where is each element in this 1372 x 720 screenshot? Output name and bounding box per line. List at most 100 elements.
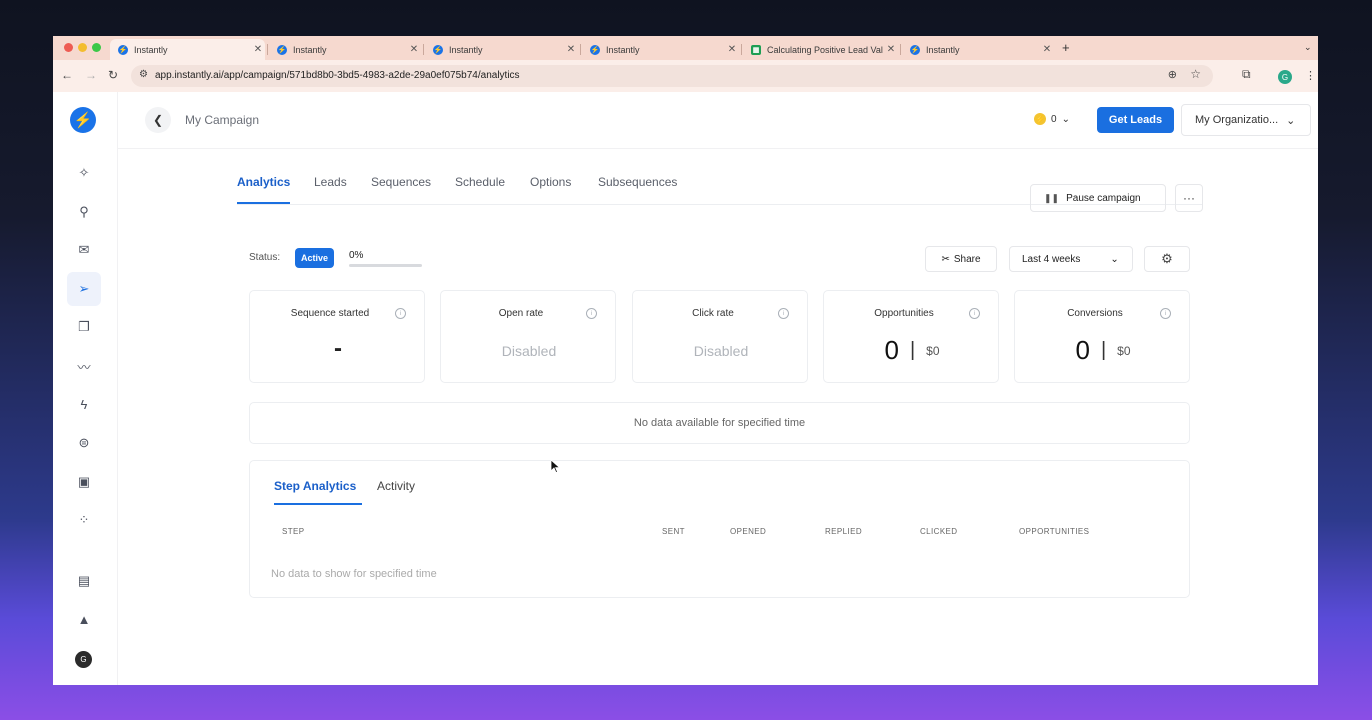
browser-tab[interactable]: ⚡ Instantly ✕ [110,39,265,60]
card-title: Opportunities [874,308,934,319]
share-button[interactable]: ✂ Share [925,246,997,272]
apps-icon[interactable]: ⁘ [71,507,97,533]
trend-icon[interactable]: 〰 [71,353,97,379]
inbox-icon[interactable]: ▣ [71,469,97,495]
close-icon[interactable]: ✕ [564,44,578,55]
close-icon[interactable]: ✕ [884,44,898,55]
address-bar[interactable]: ⚙ app.instantly.ai/app/campaign/571bd8b0… [131,65,1213,87]
forward-arrow-icon[interactable]: → [85,68,97,82]
ufo-icon[interactable]: ⊜ [71,430,97,456]
close-icon[interactable]: ✕ [407,44,421,55]
reload-icon[interactable]: ↻ [108,68,118,82]
browser-window: ⚡ Instantly ✕ ⚡ Instantly ✕ ⚡ Instantly … [53,36,1318,685]
browser-tab[interactable]: ⚡ Instantly ✕ [582,39,739,60]
extensions-icon[interactable]: ⧉ [1242,67,1251,82]
url-text[interactable]: app.instantly.ai/app/campaign/571bd8b0-3… [155,70,520,81]
info-icon[interactable]: i [395,308,406,319]
date-range-dropdown[interactable]: Last 4 weeks ⌄ [1009,246,1133,272]
organization-name: My Organizatio... [1195,114,1279,126]
top-bar: ❮ My Campaign ⚡ 0 ⌄ Get Leads My Organiz… [117,92,1318,149]
empty-table-message: No data to show for specified time [271,568,437,580]
zoom-icon[interactable]: ⊕ [1168,68,1177,81]
bookmark-star-icon[interactable]: ☆ [1190,67,1201,81]
info-icon[interactable]: i [778,308,789,319]
tab-schedule[interactable]: Schedule [455,175,505,189]
sparkle-icon[interactable]: ✧ [71,160,97,186]
tab-options[interactable]: Options [530,175,571,189]
copy-icon[interactable]: ❐ [71,314,97,340]
column-header-opportunities: OPPORTUNITIES [1019,527,1090,536]
address-bar-row: ← → ↻ ⚙ app.instantly.ai/app/campaign/57… [53,60,1318,92]
instantly-icon: ⚡ [910,44,920,55]
info-icon[interactable]: i [1160,308,1171,319]
close-icon[interactable]: ✕ [251,44,265,55]
profile-avatar[interactable]: G [1278,70,1292,84]
divider: | [1100,339,1107,361]
gear-icon: ⚙ [1161,251,1173,266]
sidebar: ⚡ ✧ ⚲ ✉ ➢ ❐ 〰 ϟ ⊜ ▣ ⁘ ▤ ▲ G [53,92,118,685]
metric-card-conversions: Conversions i 0 | $0 [1014,290,1190,383]
feedback-icon[interactable]: ▤ [71,568,97,594]
site-info-icon[interactable]: ⚙ [139,69,148,80]
info-icon[interactable]: i [969,308,980,319]
chevron-down-icon: ⌄ [1286,114,1296,127]
card-title: Click rate [692,308,734,319]
card-title: Sequence started [290,308,370,319]
rocket-icon[interactable]: ▲ [71,606,97,632]
pause-campaign-button[interactable]: ❚❚ Pause campaign [1030,184,1166,212]
active-tab-indicator [274,503,362,505]
tab-leads[interactable]: Leads [314,175,347,189]
share-icon: ✂ [941,253,950,265]
tab-subsequences[interactable]: Subsequences [598,175,677,189]
instantly-icon: ⚡ [277,44,287,55]
instantly-icon: ⚡ [433,44,443,55]
tab-analytics[interactable]: Analytics [237,175,290,189]
chevron-down-icon: ⌄ [1061,113,1070,125]
browser-tab[interactable]: ⚡ Instantly ✕ [269,39,421,60]
info-icon[interactable]: i [586,308,597,319]
browser-menu-icon[interactable]: ⋮ [1305,69,1316,82]
more-options-button[interactable]: ··· [1175,184,1203,212]
metric-card-sequence-started: Sequence started i - [249,290,425,383]
tab-sequences[interactable]: Sequences [371,175,431,189]
back-arrow-icon[interactable]: ← [61,68,73,82]
maximize-window-button[interactable] [92,43,101,52]
active-tab-indicator [237,202,290,204]
card-money: $0 [926,343,940,358]
send-icon[interactable]: ➢ [67,272,101,306]
progress-percent: 0% [349,250,364,261]
get-leads-button[interactable]: Get Leads [1097,107,1174,133]
pause-icon: ❚❚ [1044,192,1060,203]
no-data-message: No data available for specified time [249,402,1190,444]
column-header-opened: OPENED [730,527,767,536]
back-button[interactable]: ❮ [145,107,171,133]
instantly-logo-icon[interactable]: ⚡ [70,107,96,133]
credits-dropdown[interactable]: ⚡ 0 ⌄ [1034,113,1070,125]
settings-button[interactable]: ⚙ [1144,246,1190,272]
search-icon[interactable]: ⚲ [71,199,97,225]
minimize-window-button[interactable] [78,43,87,52]
column-header-sent: SENT [662,527,685,536]
browser-tab[interactable]: ▦ Calculating Positive Lead Val ✕ [743,39,898,60]
close-icon[interactable]: ✕ [725,44,739,55]
metric-card-click-rate: Click rate i Disabled [632,290,808,383]
tab-activity[interactable]: Activity [377,479,415,493]
card-money: $0 [1117,343,1131,358]
mail-icon[interactable]: ✉ [71,237,97,263]
bolt-icon[interactable]: ϟ [71,391,97,417]
user-avatar[interactable]: G [75,651,92,668]
new-tab-button[interactable]: + [1062,40,1070,55]
browser-tab[interactable]: ⚡ Instantly ✕ [425,39,578,60]
close-window-button[interactable] [64,43,73,52]
tab-step-analytics[interactable]: Step Analytics [274,479,356,493]
credits-count: 0 [1051,113,1057,125]
column-header-clicked: CLICKED [920,527,958,536]
step-analytics-panel: Step Analytics Activity STEP SENT OPENED… [249,460,1190,598]
browser-tab[interactable]: ⚡ Instantly ✕ [902,39,1054,60]
campaign-title: My Campaign [185,113,260,127]
tab-search-icon[interactable]: ⌄ [1304,42,1312,53]
organization-dropdown[interactable]: My Organizatio... ⌄ [1181,104,1311,136]
divider: | [909,339,916,361]
app: ⚡ ✧ ⚲ ✉ ➢ ❐ 〰 ϟ ⊜ ▣ ⁘ ▤ ▲ G ❮ My Campaig… [53,92,1318,685]
close-icon[interactable]: ✕ [1040,44,1054,55]
